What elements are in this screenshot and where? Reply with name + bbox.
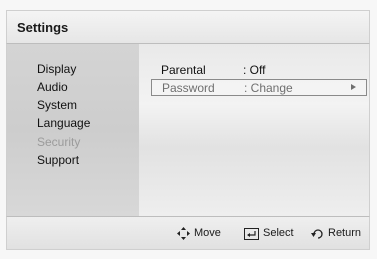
sidebar-item-audio[interactable]: Audio: [37, 80, 68, 94]
triangle-right-icon: [351, 84, 356, 90]
settings-row-parental[interactable]: Parental : Off: [151, 62, 367, 79]
hint-select: Select: [244, 227, 294, 240]
sidebar-item-security[interactable]: Security: [37, 135, 80, 149]
row-value: : Off: [243, 63, 266, 77]
select-enter-icon: [244, 227, 259, 240]
move-arrows-icon: [177, 227, 190, 240]
return-arrow-icon: [311, 228, 323, 239]
settings-panel: Display Audio System Language Security S…: [6, 44, 370, 216]
sidebar-item-language[interactable]: Language: [37, 116, 90, 130]
hint-move: Move: [177, 227, 221, 240]
sidebar-item-support[interactable]: Support: [37, 153, 79, 167]
sidebar-item-display[interactable]: Display: [37, 62, 76, 76]
sidebar-item-system[interactable]: System: [37, 98, 77, 112]
hint-move-label: Move: [194, 227, 221, 239]
settings-row-password[interactable]: Password : Change: [151, 79, 367, 96]
hint-select-label: Select: [263, 227, 294, 239]
row-label: Password: [162, 81, 215, 95]
settings-window: Settings Display Audio System Language S…: [0, 0, 377, 259]
page-title: Settings: [17, 20, 69, 35]
row-value: : Change: [244, 81, 293, 95]
footer-bar: Move Select Return: [6, 216, 370, 250]
hint-return-label: Return: [328, 227, 362, 239]
sidebar: Display Audio System Language Security S…: [7, 44, 139, 216]
title-bar: Settings: [6, 10, 370, 44]
row-label: Parental: [161, 63, 206, 77]
hint-return: Return: [311, 227, 361, 240]
